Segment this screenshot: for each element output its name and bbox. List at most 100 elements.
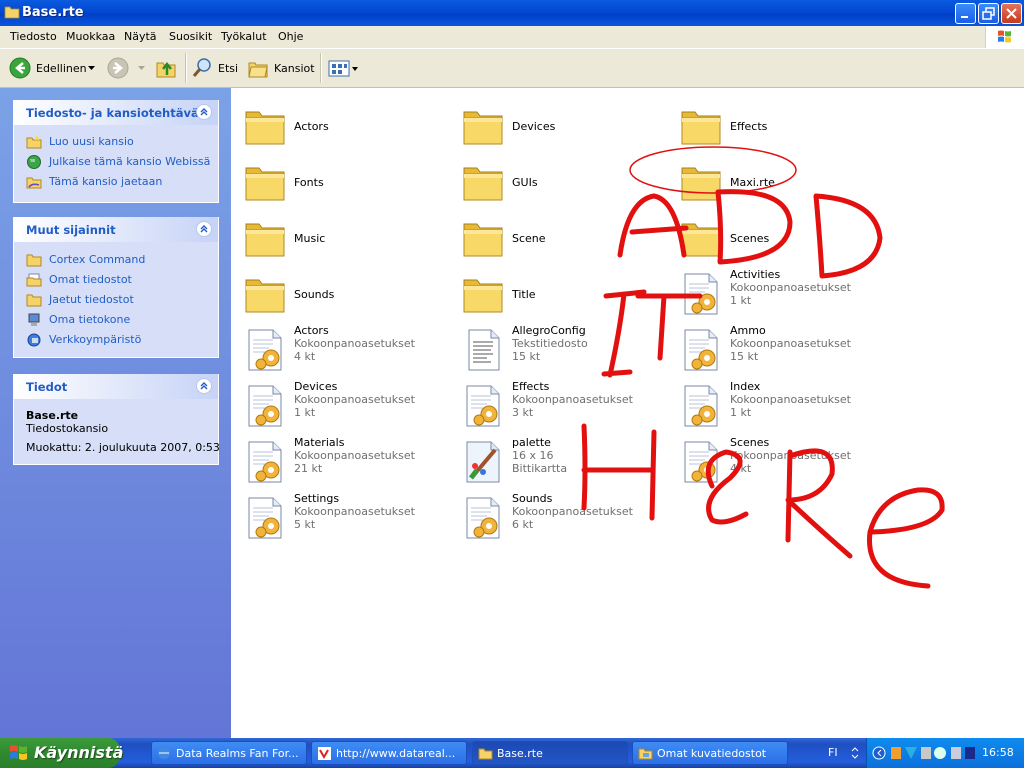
back-arrow-icon xyxy=(9,57,31,79)
publish-web-link[interactable]: Julkaise tämä kansio Webissä xyxy=(14,152,218,172)
file-tasks-header[interactable]: Tiedosto- ja kansiotehtävät xyxy=(14,100,218,125)
taskbar-item-my-pictures[interactable]: Omat kuvatiedostot xyxy=(632,741,788,765)
file-item[interactable]: Activities Kokoonpanoasetukset 1 kt xyxy=(673,266,883,318)
collapse-chevron-icon[interactable] xyxy=(196,378,212,394)
item-type: Kokoonpanoasetukset xyxy=(730,449,851,462)
taskbar-item-browser[interactable]: http://www.datareal... xyxy=(311,741,467,765)
close-button[interactable] xyxy=(1001,3,1022,24)
network-icon xyxy=(27,333,41,347)
windows-logo-icon xyxy=(985,26,1024,48)
details-modified: Muokattu: 2. joulukuuta 2007, 0:53 xyxy=(26,441,220,454)
shared-folder-icon xyxy=(26,177,42,189)
place-label: Jaetut tiedostot xyxy=(49,293,134,306)
file-item[interactable]: Actors Kokoonpanoasetukset 4 kt xyxy=(237,322,447,374)
item-size: 4 kt xyxy=(294,350,316,363)
folder-icon xyxy=(461,104,505,148)
file-item[interactable]: Effects Kokoonpanoasetukset 3 kt xyxy=(455,378,665,430)
chevron-down-icon xyxy=(88,66,95,70)
menu-bar: Tiedosto Muokkaa Näytä Suosikit Työkalut… xyxy=(0,26,1024,49)
folder-item[interactable]: Fonts xyxy=(237,154,447,206)
item-name: Scenes xyxy=(730,232,770,245)
place-network[interactable]: Verkkoympäristö xyxy=(14,330,218,350)
folder-icon xyxy=(461,216,505,260)
folder-icon xyxy=(461,160,505,204)
start-button[interactable]: Käynnistä xyxy=(0,738,123,768)
item-name: Music xyxy=(294,232,326,245)
item-type: 16 x 16 xyxy=(512,449,554,462)
collapse-chevron-icon[interactable] xyxy=(196,221,212,237)
details-header[interactable]: Tiedot xyxy=(14,374,218,399)
new-folder-link[interactable]: Luo uusi kansio xyxy=(14,132,218,152)
folder-item[interactable]: Sounds xyxy=(237,266,447,318)
folder-item[interactable]: Devices xyxy=(455,98,665,150)
place-shared-documents[interactable]: Jaetut tiedostot xyxy=(14,290,218,310)
config-file-icon xyxy=(679,440,723,484)
minimize-button[interactable] xyxy=(955,3,976,24)
menu-view[interactable]: Näytä xyxy=(124,30,157,43)
taskbar-item-base-rte[interactable]: Base.rte xyxy=(472,741,628,765)
details-type: Tiedostokansio xyxy=(26,422,109,435)
file-item[interactable]: Devices Kokoonpanoasetukset 1 kt xyxy=(237,378,447,430)
item-name: Ammo xyxy=(730,324,766,337)
item-name: Maxi.rte xyxy=(730,176,775,189)
folder-item[interactable]: Scenes xyxy=(673,210,883,262)
file-item[interactable]: Settings Kokoonpanoasetukset 5 kt xyxy=(237,490,447,542)
search-button[interactable]: Etsi xyxy=(191,57,241,79)
folder-item[interactable]: Scene xyxy=(455,210,665,262)
config-file-icon xyxy=(679,272,723,316)
file-item[interactable]: Index Kokoonpanoasetukset 1 kt xyxy=(673,378,883,430)
place-my-computer[interactable]: Oma tietokone xyxy=(14,310,218,330)
up-folder-button[interactable] xyxy=(155,57,179,79)
folder-icon xyxy=(478,748,493,760)
language-chevron-icon[interactable] xyxy=(850,746,860,760)
menu-file[interactable]: Tiedosto xyxy=(10,30,57,43)
config-file-icon xyxy=(243,328,287,372)
forward-arrow-icon xyxy=(107,57,129,79)
clock: 16:58 xyxy=(982,746,1014,759)
folder-item[interactable]: Effects xyxy=(673,98,883,150)
search-label: Etsi xyxy=(218,62,239,75)
file-item[interactable]: palette 16 x 16 Bittikartta xyxy=(455,434,665,486)
item-name: Devices xyxy=(512,120,556,133)
item-size: Bittikartta xyxy=(512,462,568,475)
place-my-documents[interactable]: Omat tiedostot xyxy=(14,270,218,290)
forward-button[interactable] xyxy=(106,57,146,79)
details-name: Base.rte xyxy=(26,409,79,422)
item-name: Index xyxy=(730,380,761,393)
item-type: Kokoonpanoasetukset xyxy=(730,281,851,294)
menu-help[interactable]: Ohje xyxy=(278,30,303,43)
place-cortex-command[interactable]: Cortex Command xyxy=(14,250,218,270)
config-file-icon xyxy=(679,384,723,428)
views-button[interactable] xyxy=(327,57,361,79)
back-button[interactable]: Edellinen xyxy=(8,57,100,79)
share-folder-link[interactable]: Tämä kansio jaetaan xyxy=(14,172,218,192)
other-places-title: Muut sijainnit xyxy=(26,223,116,237)
restore-icon xyxy=(982,7,995,20)
collapse-chevron-icon[interactable] xyxy=(196,104,212,120)
file-item[interactable]: Materials Kokoonpanoasetukset 21 kt xyxy=(237,434,447,486)
language-indicator[interactable]: FI xyxy=(828,746,838,759)
item-name: Activities xyxy=(730,268,781,281)
file-item[interactable]: AllegroConfig Tekstitiedosto 15 kt xyxy=(455,322,665,374)
globe-icon xyxy=(27,155,41,169)
folders-button[interactable]: Kansiot xyxy=(247,57,315,79)
folder-item[interactable]: Actors xyxy=(237,98,447,150)
title-bar[interactable]: Base.rte xyxy=(0,0,1024,26)
file-item[interactable]: Scenes Kokoonpanoasetukset 4 kt xyxy=(673,434,883,486)
folder-item[interactable]: Music xyxy=(237,210,447,262)
menu-edit[interactable]: Muokkaa xyxy=(66,30,115,43)
item-name: Settings xyxy=(294,492,340,505)
item-name: palette xyxy=(512,436,551,449)
taskbar-item-forum[interactable]: Data Realms Fan For... xyxy=(151,741,307,765)
folder-item[interactable]: GUIs xyxy=(455,154,665,206)
folder-up-icon xyxy=(156,61,176,78)
menu-tools[interactable]: Työkalut xyxy=(221,30,267,43)
file-item[interactable]: Sounds Kokoonpanoasetukset 6 kt xyxy=(455,490,665,542)
folder-item[interactable]: Title xyxy=(455,266,665,318)
other-places-header[interactable]: Muut sijainnit xyxy=(14,217,218,242)
menu-favorites[interactable]: Suosikit xyxy=(169,30,212,43)
folder-item[interactable]: Maxi.rte xyxy=(673,154,883,206)
details-title: Tiedot xyxy=(26,380,68,394)
maximize-button[interactable] xyxy=(978,3,999,24)
file-item[interactable]: Ammo Kokoonpanoasetukset 15 kt xyxy=(673,322,883,374)
